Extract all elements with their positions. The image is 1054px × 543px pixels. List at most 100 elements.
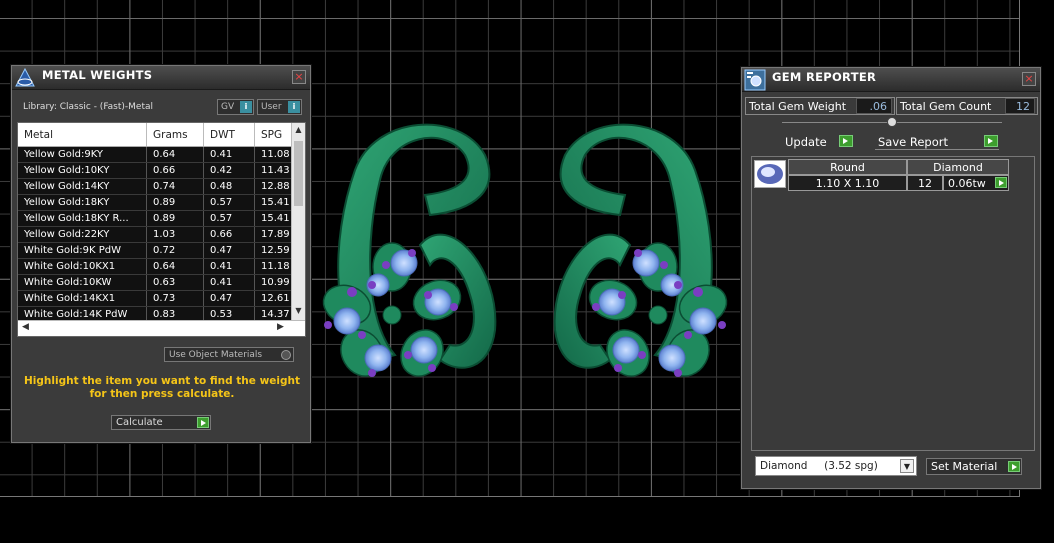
gem-size: 1.10 X 1.10: [788, 175, 907, 191]
grams-cell: 0.64: [147, 259, 204, 274]
table-row[interactable]: White Gold:10KX1 0.64 0.41 11.18: [18, 259, 305, 275]
set-material-button[interactable]: Set Material: [926, 458, 1022, 475]
col-header-spg[interactable]: SPG: [255, 123, 293, 146]
grams-cell: 0.63: [147, 275, 204, 290]
gem-list[interactable]: Round Diamond 1.10 X 1.10 12 0.06tw: [751, 156, 1035, 451]
scroll-down-icon[interactable]: ▼: [292, 306, 305, 319]
update-button[interactable]: Update: [782, 133, 854, 150]
material-select[interactable]: Diamond (3.52 spg) ▼: [755, 456, 917, 476]
dwt-cell: 0.41: [204, 147, 255, 162]
dwt-cell: 0.48: [204, 179, 255, 194]
grams-cell: 0.64: [147, 147, 204, 162]
spg-cell: 12.88: [255, 179, 293, 194]
library-label: Library: Classic - (Fast)-Metal: [23, 102, 154, 112]
metal-cell: Yellow Gold:10KY: [18, 163, 147, 178]
close-icon[interactable]: ×: [292, 70, 306, 84]
table-row[interactable]: Yellow Gold:18KY 0.89 0.57 15.41: [18, 195, 305, 211]
gem-weight[interactable]: 0.06tw: [943, 175, 1009, 191]
play-arrow-icon[interactable]: [984, 135, 998, 147]
spg-cell: 12.59: [255, 243, 293, 258]
update-label: Update: [785, 135, 827, 149]
col-header-dwt[interactable]: DWT: [204, 123, 255, 146]
spg-cell: 11.43: [255, 163, 293, 178]
metal-cell: Yellow Gold:14KY: [18, 179, 147, 194]
save-report-button[interactable]: Save Report: [875, 133, 999, 150]
splitter-handle[interactable]: [887, 117, 897, 127]
gem-reporter-titlebar[interactable]: GEM REPORTER ×: [742, 68, 1040, 92]
play-arrow-icon[interactable]: [995, 177, 1007, 188]
user-info-icon[interactable]: i: [288, 101, 300, 113]
dwt-cell: 0.47: [204, 291, 255, 306]
grid-edge-bottom: [0, 496, 1020, 497]
dwt-cell: 0.57: [204, 195, 255, 210]
set-material-label: Set Material: [931, 460, 998, 473]
calculate-button[interactable]: Calculate: [111, 415, 211, 430]
round-gem-icon[interactable]: [754, 160, 786, 188]
col-header-metal[interactable]: Metal: [18, 123, 147, 146]
gem-weight-label: 0.06tw: [948, 177, 986, 190]
table-row[interactable]: White Gold:9K PdW 0.72 0.47 12.59: [18, 243, 305, 259]
spg-cell: 17.89: [255, 227, 293, 242]
total-gem-weight-label: Total Gem Weight: [749, 100, 847, 113]
table-vertical-scrollbar[interactable]: ▲ ▼: [291, 123, 305, 321]
table-row[interactable]: Yellow Gold:10KY 0.66 0.42 11.43: [18, 163, 305, 179]
scroll-left-icon[interactable]: ◀: [22, 322, 29, 332]
scroll-right-icon[interactable]: ▶: [277, 322, 284, 332]
grams-cell: 0.73: [147, 291, 204, 306]
earring-models[interactable]: [300, 110, 750, 400]
earring-right[interactable]: [553, 123, 732, 384]
metal-cell: White Gold:9K PdW: [18, 243, 147, 258]
chevron-down-icon[interactable]: ▼: [900, 459, 914, 473]
table-horizontal-scrollbar[interactable]: ◀ ▶: [18, 320, 305, 336]
gv-toggle[interactable]: GV i: [217, 99, 254, 115]
play-arrow-icon[interactable]: [1008, 461, 1020, 472]
spg-cell: 12.61: [255, 291, 293, 306]
scroll-up-icon[interactable]: ▲: [292, 125, 305, 138]
metal-weights-title: METAL WEIGHTS: [42, 68, 153, 82]
dwt-cell: 0.41: [204, 259, 255, 274]
grams-cell: 0.66: [147, 163, 204, 178]
spg-cell: 11.08: [255, 147, 293, 162]
spg-cell: 15.41: [255, 195, 293, 210]
material-select-value: Diamond (3.52 spg): [760, 460, 878, 472]
table-row[interactable]: White Gold:10KW 0.63 0.41 10.99: [18, 275, 305, 291]
metal-cell: Yellow Gold:18KY: [18, 195, 147, 210]
gem-shape-header: Round: [788, 159, 907, 175]
user-label: User: [261, 102, 282, 112]
metal-cell: Yellow Gold:22KY: [18, 227, 147, 242]
metal-table-header: Metal Grams DWT SPG: [18, 123, 305, 147]
gv-label: GV: [221, 102, 235, 112]
metal-cell: White Gold:14KX1: [18, 291, 147, 306]
table-row[interactable]: White Gold:14KX1 0.73 0.47 12.61: [18, 291, 305, 307]
play-arrow-icon[interactable]: [197, 417, 209, 428]
metal-weights-titlebar[interactable]: METAL WEIGHTS ×: [12, 66, 310, 90]
table-row[interactable]: Yellow Gold:14KY 0.74 0.48 12.88: [18, 179, 305, 195]
table-row[interactable]: Yellow Gold:9KY 0.64 0.41 11.08: [18, 147, 305, 163]
table-row[interactable]: Yellow Gold:22KY 1.03 0.66 17.89: [18, 227, 305, 243]
dwt-cell: 0.57: [204, 211, 255, 226]
grams-cell: 0.74: [147, 179, 204, 194]
col-header-grams[interactable]: Grams: [147, 123, 204, 146]
use-object-materials-option[interactable]: Use Object Materials: [164, 347, 294, 362]
radio-icon[interactable]: [281, 350, 291, 360]
gem-reporter-title: GEM REPORTER: [772, 70, 877, 84]
scroll-thumb[interactable]: [294, 141, 303, 206]
dwt-cell: 0.42: [204, 163, 255, 178]
grams-cell: 0.72: [147, 243, 204, 258]
play-arrow-icon[interactable]: [839, 135, 853, 147]
gem-material-header: Diamond: [907, 159, 1009, 175]
user-toggle[interactable]: User i: [257, 99, 302, 115]
total-gem-count-value: 12: [1005, 98, 1035, 114]
metal-table[interactable]: Metal Grams DWT SPG Yellow Gold:9KY 0.64 0…: [17, 122, 306, 337]
table-row[interactable]: Yellow Gold:18KY R... 0.89 0.57 15.41: [18, 211, 305, 227]
earring-left[interactable]: [318, 123, 497, 384]
gem-report-logo-icon: [744, 69, 766, 91]
metal-cell: Yellow Gold:18KY R...: [18, 211, 147, 226]
spg-cell: 10.99: [255, 275, 293, 290]
gv-info-icon[interactable]: i: [240, 101, 252, 113]
grams-cell: 0.89: [147, 211, 204, 226]
close-icon[interactable]: ×: [1022, 72, 1036, 86]
hint-text: Highlight the item you want to find the …: [24, 375, 300, 400]
use-object-materials-label: Use Object Materials: [169, 350, 263, 360]
metal-cell: White Gold:10KX1: [18, 259, 147, 274]
